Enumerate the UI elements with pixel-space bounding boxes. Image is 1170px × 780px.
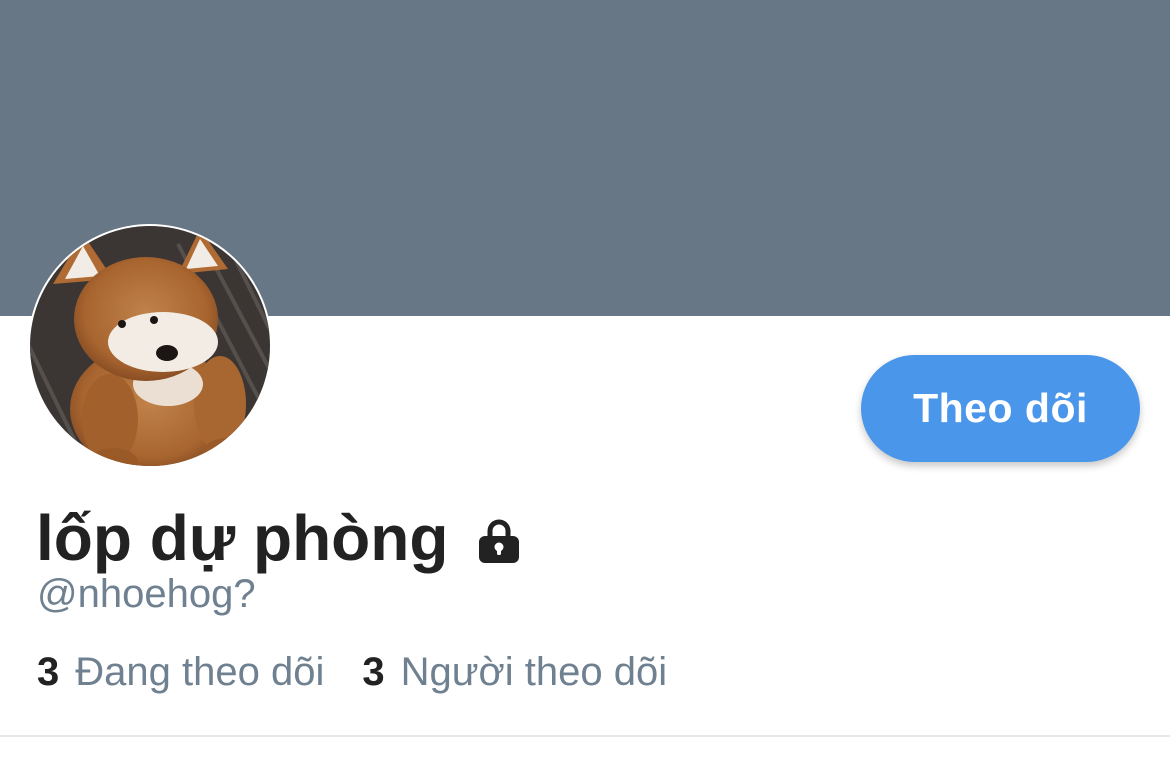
follow-button[interactable]: Theo dõi: [861, 355, 1140, 462]
following-label: Đang theo dõi: [75, 650, 325, 694]
stuffed-fox-avatar-image: [30, 226, 270, 466]
avatar[interactable]: [28, 224, 272, 468]
profile-stats: 3 Đang theo dõi 3 Người theo dõi: [37, 652, 667, 692]
profile-page: Theo dõi lốp dự phòng @nhoehog? 3 Đang t…: [0, 0, 1170, 780]
following-count: 3: [37, 650, 60, 694]
lock-icon: [476, 519, 522, 570]
followers-count: 3: [362, 650, 385, 694]
user-handle: @nhoehog?: [37, 572, 256, 616]
followers-stat[interactable]: 3 Người theo dõi: [362, 652, 667, 692]
display-name: lốp dự phòng: [36, 502, 449, 574]
following-stat[interactable]: 3 Đang theo dõi: [37, 652, 324, 692]
followers-label: Người theo dõi: [400, 650, 668, 694]
section-divider: [0, 735, 1170, 737]
profile-name-row: lốp dự phòng: [36, 498, 522, 578]
